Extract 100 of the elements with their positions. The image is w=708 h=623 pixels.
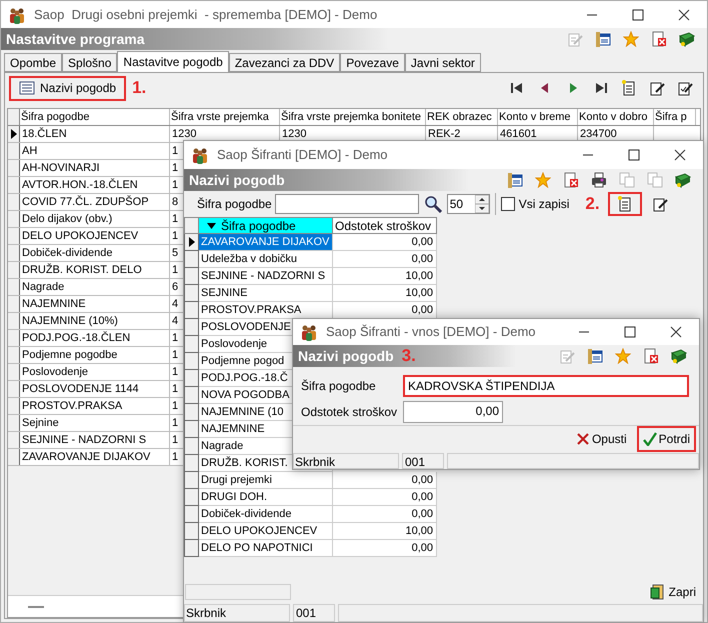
table-cell: Drugi prejemki <box>199 472 333 489</box>
toolbar-button[interactable]: Nazivi pogodb <box>9 76 126 100</box>
table-cell: AH-NOVINARJI <box>20 160 170 176</box>
table-cell: 0,00 <box>333 251 437 268</box>
book-icon[interactable] <box>675 172 691 188</box>
table-cell: DRUGI DOH. <box>199 489 333 506</box>
delete-icon[interactable] <box>651 31 667 47</box>
window-title: Saop Drugi osebni prejemki - sprememba [DEMO] - Demo <box>34 6 378 24</box>
table-cell: ZAVAROVANJE DIJAKOV <box>199 234 333 251</box>
row-header[interactable] <box>184 234 199 251</box>
column-header[interactable]: Šifra pogodbe <box>199 217 333 234</box>
edit-check-icon[interactable] <box>677 80 693 96</box>
edit-icon[interactable] <box>652 196 668 212</box>
row-header[interactable] <box>8 126 20 142</box>
table-cell: Podjemne pogodbe <box>20 347 170 363</box>
column-header[interactable]: Odstotek stroškov <box>333 217 437 234</box>
book-icon[interactable] <box>671 348 687 364</box>
tab[interactable]: Opombe <box>4 53 62 72</box>
tab[interactable]: Javni sektor <box>404 53 481 72</box>
step-label: 2. <box>585 193 600 216</box>
star-icon[interactable] <box>623 31 639 47</box>
window-icon[interactable] <box>595 31 611 47</box>
table-cell: NAJEMNINE <box>20 296 170 312</box>
list-icon <box>19 81 35 95</box>
star-icon[interactable] <box>535 172 551 188</box>
table-cell: ZAVAROVANJE DIJAKOV <box>20 449 170 465</box>
status-value: 001 <box>402 453 444 469</box>
star-icon[interactable] <box>615 348 631 364</box>
printer-icon[interactable] <box>591 172 607 188</box>
table-cell: POSLOVODENJE 1144 <box>20 381 170 397</box>
cross-icon <box>576 432 590 446</box>
panel-title: Nastavitve programa <box>5 30 145 49</box>
close-button[interactable]: Zapri <box>644 581 702 603</box>
table-cell: 0,00 <box>333 302 437 319</box>
column-header[interactable]: Šifra pogodbe <box>20 109 170 125</box>
count-spinner[interactable]: 50 <box>446 194 490 214</box>
tab[interactable]: Zavezanci za DDV <box>228 53 340 72</box>
checkbox[interactable] <box>500 197 515 211</box>
table-cell: Dobiček-dividende <box>199 506 333 523</box>
delete-icon[interactable] <box>563 172 579 188</box>
search-field[interactable] <box>274 194 419 214</box>
checkmark-icon <box>642 432 657 446</box>
table-cell: Delo dijakov (obv.) <box>20 211 170 227</box>
new-document-icon <box>616 196 633 212</box>
table-cell: Dobiček-dividende <box>20 245 170 261</box>
status-label: Skrbnik <box>184 604 290 622</box>
table-cell: PROSTOV.PRAKSA <box>20 398 170 414</box>
table-cell: AH <box>20 143 170 159</box>
dialog-button[interactable]: Potrdi <box>636 426 696 452</box>
dialog-button[interactable]: Opusti <box>570 426 633 452</box>
table-cell: SEJNINE - NADZORNI S <box>20 432 170 448</box>
table-cell: 10,00 <box>333 523 437 540</box>
window-icon[interactable] <box>507 172 523 188</box>
tab[interactable]: Povezave <box>340 53 405 72</box>
row-pointer-icon <box>10 129 16 139</box>
table-cell: Poslovodenje <box>20 364 170 380</box>
checkbox-label: Vsi zapisi <box>518 196 570 213</box>
table-cell: DRUŽB. KORIST. DELO <box>20 262 170 278</box>
column-header[interactable]: Šifra vrste prejemka bonitete <box>280 109 426 125</box>
input-field[interactable]: KADROVSKA ŠTIPENDIJA <box>403 375 689 397</box>
people-icon <box>8 6 26 24</box>
table-cell: Sejnine <box>20 415 170 431</box>
table-cell: Udeležba v dobičku <box>199 251 333 268</box>
tab[interactable]: Splošno <box>62 53 118 72</box>
people-icon <box>300 323 318 341</box>
field-label: Šifra pogodbe <box>197 196 272 213</box>
table-cell: 10,00 <box>333 285 437 302</box>
column-header[interactable]: REK obrazec <box>426 109 498 125</box>
new-record-button[interactable] <box>608 192 642 216</box>
input-field[interactable]: 0,00 <box>403 401 503 423</box>
table-cell: COVID 77.ČL. ZDUPŠOP <box>20 194 170 210</box>
table-cell: 0,00 <box>333 472 437 489</box>
search-icon[interactable] <box>424 195 442 213</box>
delete-icon[interactable] <box>643 348 659 364</box>
minus-icon <box>28 606 44 608</box>
table-cell: DELO PO NAPOTNICI <box>199 540 333 557</box>
column-header[interactable]: Konto v dobro <box>578 109 654 125</box>
tab[interactable]: Nastavitve pogodb <box>117 51 229 72</box>
new-document-icon[interactable] <box>621 80 637 96</box>
row-pointer-icon <box>188 237 194 247</box>
people-icon <box>191 146 209 164</box>
table-cell: 10,00 <box>333 268 437 285</box>
step-label: 1. <box>132 77 146 100</box>
window-icon[interactable] <box>587 348 603 364</box>
table-cell: PROSTOV.PRAKSA <box>199 302 333 319</box>
status-value: 001 <box>293 604 335 622</box>
column-header[interactable]: Šifra vrste prejemka <box>170 109 280 125</box>
book-icon[interactable] <box>679 31 695 47</box>
column-header[interactable]: Konto v breme <box>498 109 578 125</box>
table-cell: SEJNINE <box>199 285 333 302</box>
table-cell: 18.ČLEN <box>20 126 170 142</box>
first-icon[interactable] <box>509 80 525 96</box>
spin-arrows-icon[interactable] <box>474 195 489 213</box>
column-header[interactable]: Šifra p <box>654 109 696 125</box>
last-icon[interactable] <box>593 80 609 96</box>
status-label: Skrbnik <box>293 453 399 469</box>
step-label: 3. <box>402 345 416 368</box>
edit-icon[interactable] <box>649 80 665 96</box>
table-cell: DELO UPOKOJENCEV <box>199 523 333 540</box>
table-cell: NAJEMNINE (10%) <box>20 313 170 329</box>
